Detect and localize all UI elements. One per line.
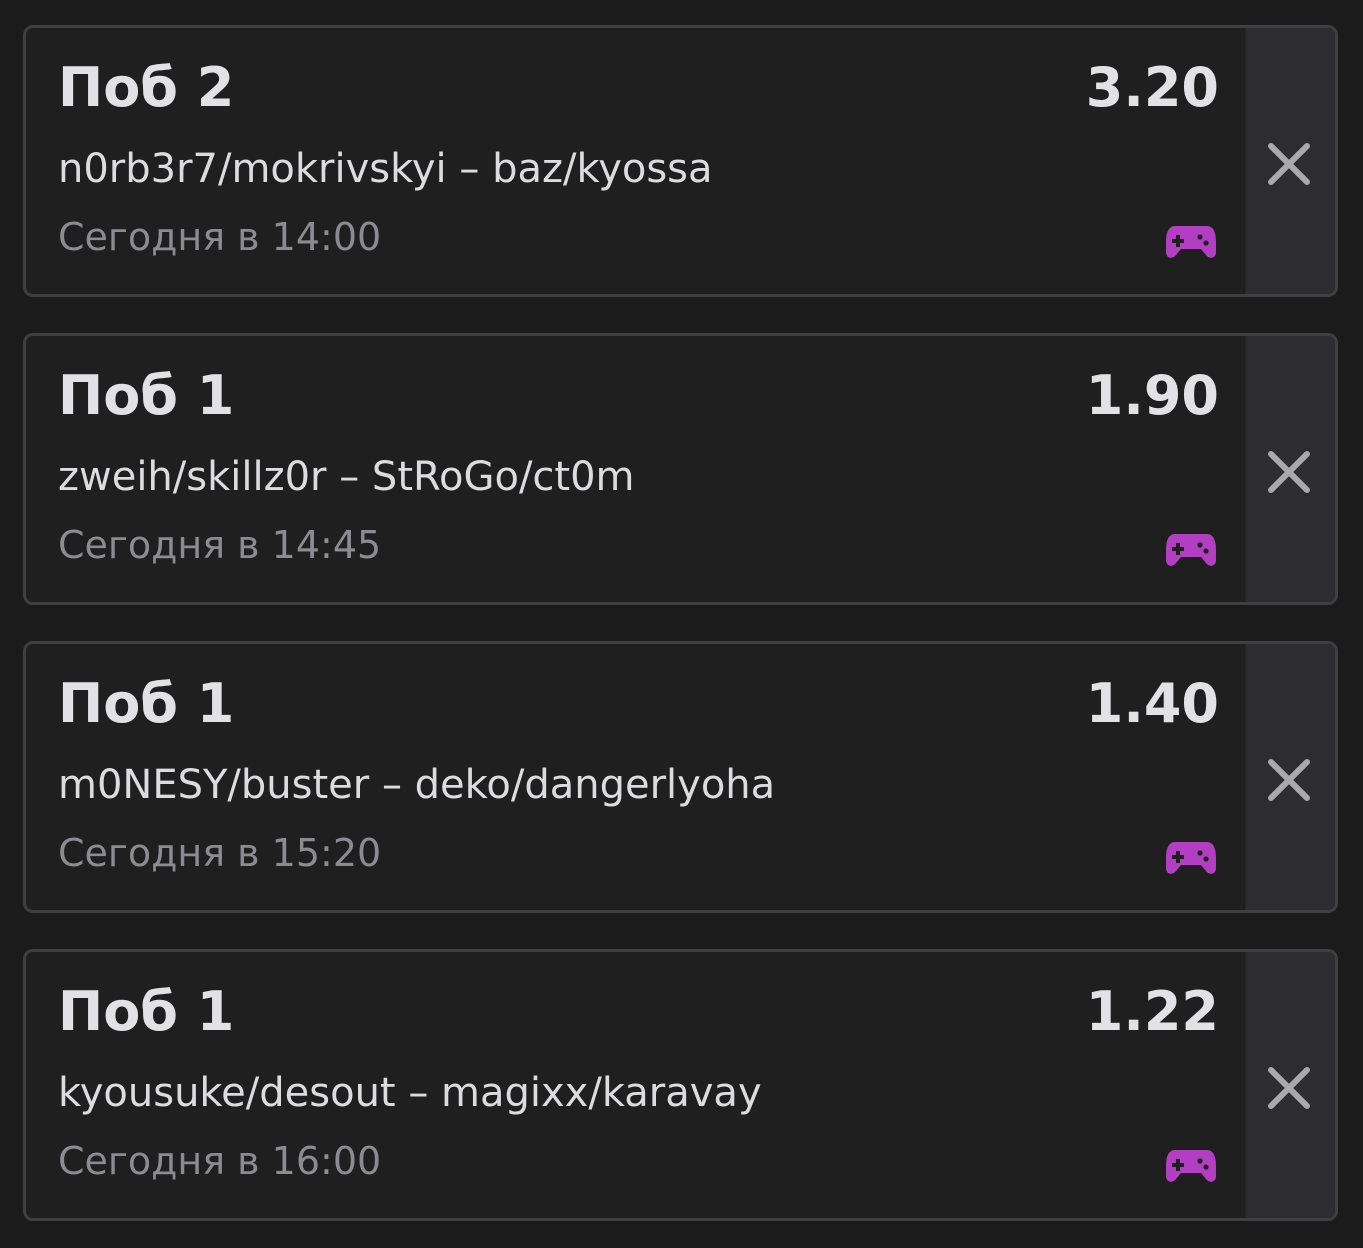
bet-market: Поб 1 (58, 980, 235, 1043)
match-datetime: Сегодня в 15:20 (58, 831, 382, 875)
gamepad-icon (1166, 226, 1216, 258)
close-icon (1268, 451, 1310, 493)
gamepad-icon (1166, 534, 1216, 566)
bet-market: Поб 2 (58, 56, 235, 119)
match-teams: m0NESY/buster – deko/dangerlyoha (58, 762, 776, 808)
bet-card-body: Поб 1 1.22 kyousuke/desout – magixx/kara… (26, 952, 1249, 1218)
remove-bet-button[interactable] (1245, 336, 1335, 602)
match-teams: kyousuke/desout – magixx/karavay (58, 1070, 762, 1116)
bet-market: Поб 1 (58, 364, 235, 427)
bet-odds: 1.22 (1085, 980, 1219, 1043)
bet-card-body: Поб 1 1.90 zweih/skillz0r – StRoGo/ct0m … (26, 336, 1249, 602)
bet-card-body: Поб 2 3.20 n0rb3r7/mokrivskyi – baz/kyos… (26, 28, 1249, 294)
gamepad-icon (1166, 842, 1216, 874)
bet-odds: 1.90 (1085, 364, 1219, 427)
match-teams: n0rb3r7/mokrivskyi – baz/kyossa (58, 146, 713, 192)
bet-odds: 1.40 (1085, 672, 1219, 735)
gamepad-icon (1166, 1150, 1216, 1182)
bet-card[interactable]: Поб 1 1.40 m0NESY/buster – deko/dangerly… (23, 641, 1338, 913)
bet-slip-list: Поб 2 3.20 n0rb3r7/mokrivskyi – baz/kyos… (0, 0, 1363, 1248)
bet-card-body: Поб 1 1.40 m0NESY/buster – deko/dangerly… (26, 644, 1249, 910)
bet-card[interactable]: Поб 1 1.90 zweih/skillz0r – StRoGo/ct0m … (23, 333, 1338, 605)
match-datetime: Сегодня в 14:00 (58, 215, 382, 259)
remove-bet-button[interactable] (1245, 644, 1335, 910)
bet-odds: 3.20 (1085, 56, 1219, 119)
close-icon (1268, 1067, 1310, 1109)
match-datetime: Сегодня в 16:00 (58, 1139, 382, 1183)
remove-bet-button[interactable] (1245, 952, 1335, 1218)
close-icon (1268, 143, 1310, 185)
match-datetime: Сегодня в 14:45 (58, 523, 382, 567)
match-teams: zweih/skillz0r – StRoGo/ct0m (58, 454, 635, 500)
bet-card[interactable]: Поб 1 1.22 kyousuke/desout – magixx/kara… (23, 949, 1338, 1221)
bet-card[interactable]: Поб 2 3.20 n0rb3r7/mokrivskyi – baz/kyos… (23, 25, 1338, 297)
bet-market: Поб 1 (58, 672, 235, 735)
close-icon (1268, 759, 1310, 801)
remove-bet-button[interactable] (1245, 28, 1335, 294)
